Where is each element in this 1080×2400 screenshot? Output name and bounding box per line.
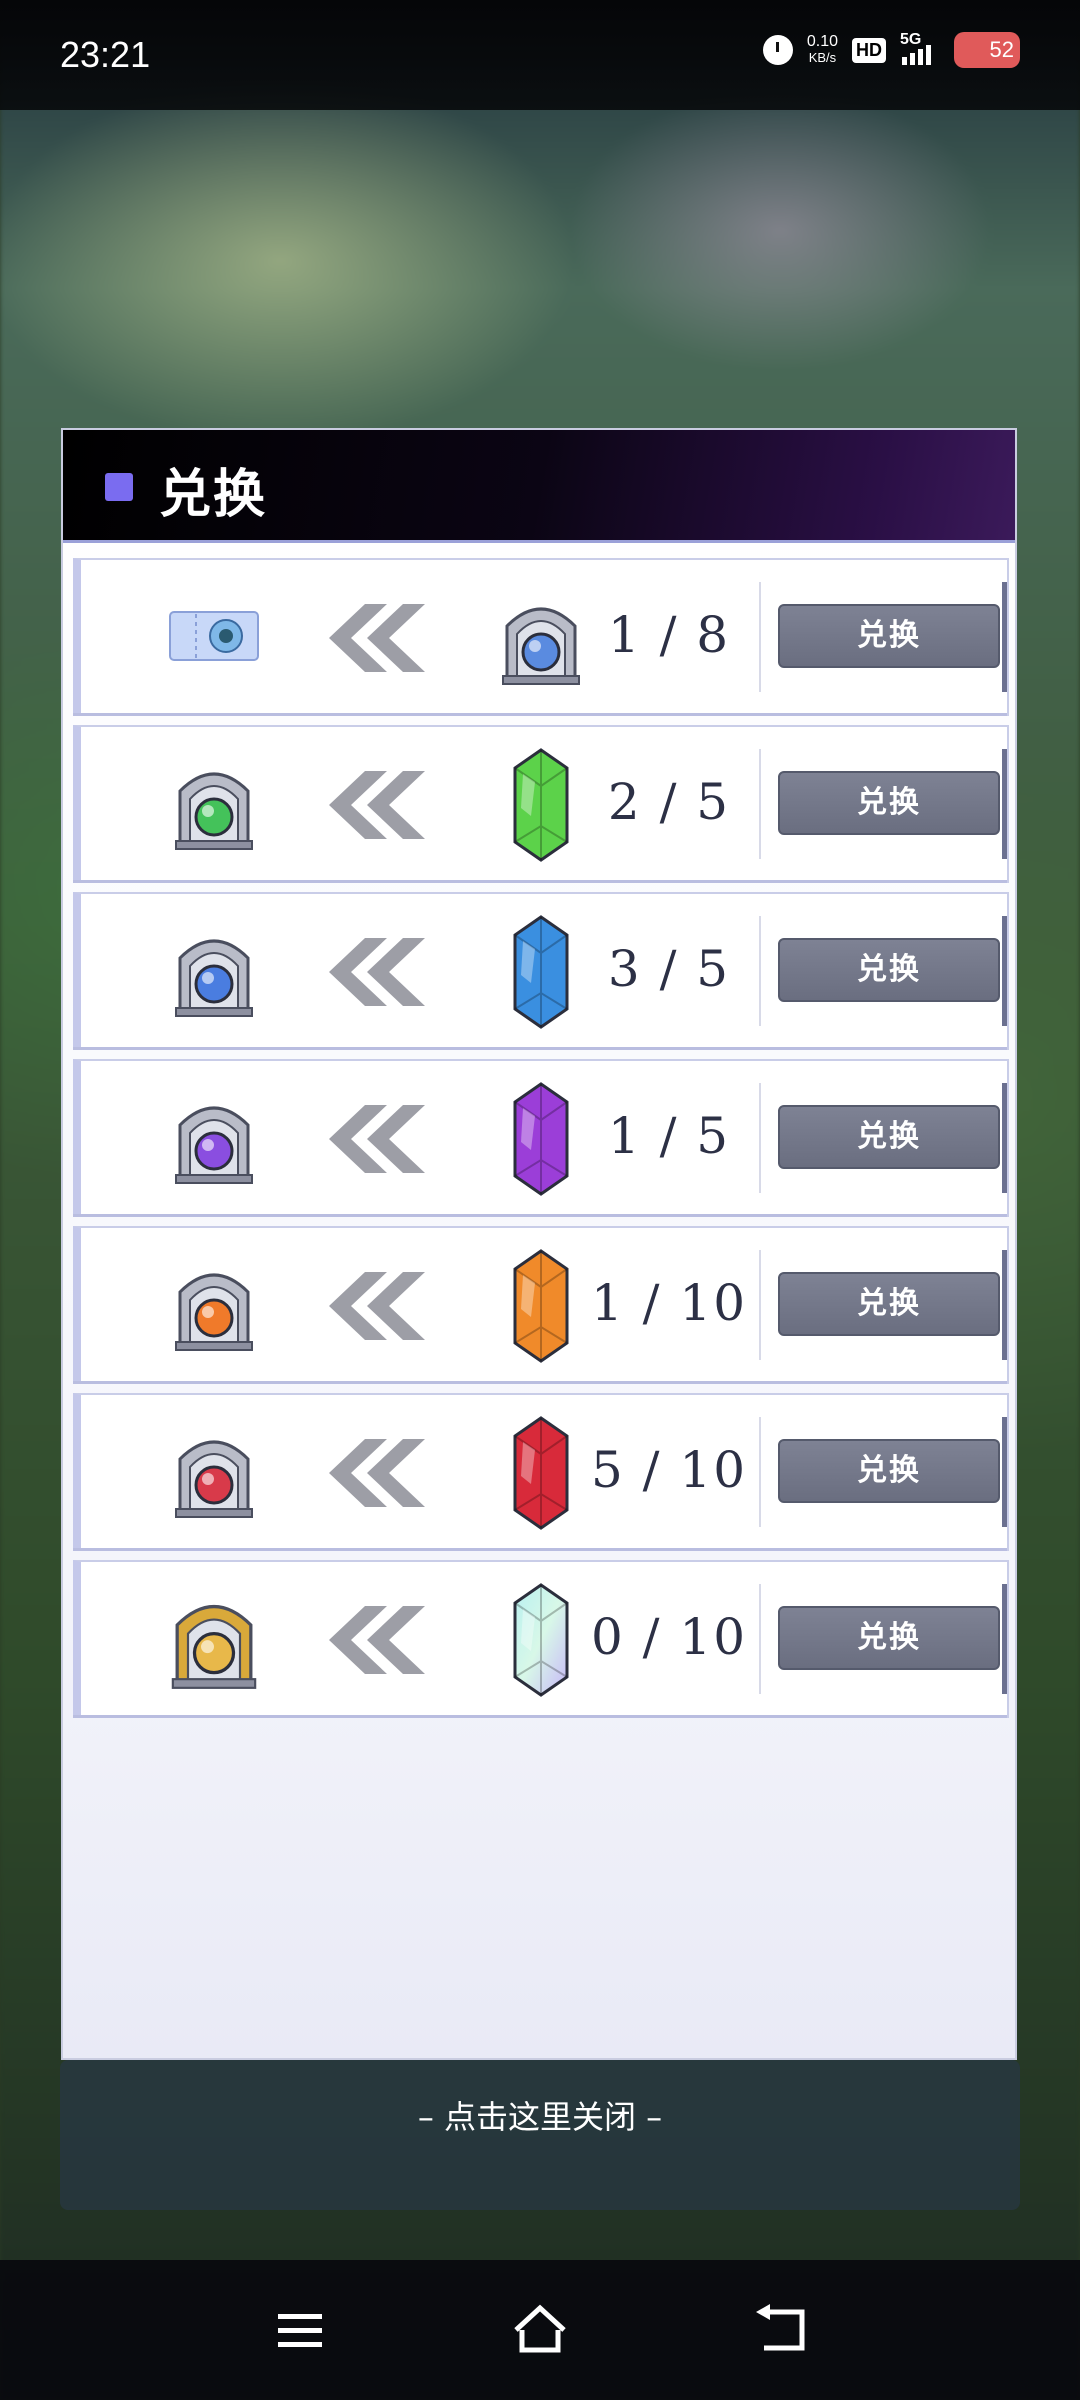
green-crystal-icon <box>493 743 589 867</box>
row-edge <box>1002 582 1007 692</box>
double-chevron-left-icon <box>329 1272 425 1340</box>
exchange-count: 1 / 5 <box>607 1107 731 1165</box>
exchange-list: 1 / 8 兑换 2 / 5 兑换 3 / 5 兑换 1 / 5 兑换 1 / … <box>73 558 1009 1727</box>
exchange-button[interactable]: 兑换 <box>778 1606 1000 1670</box>
row-edge <box>1002 1584 1007 1694</box>
exchange-count: 5 / 10 <box>590 1441 748 1499</box>
close-dialog-hint[interactable]: – 点击这里关闭 – <box>0 2092 1080 2138</box>
divider <box>759 1417 761 1527</box>
exchange-row: 0 / 10 兑换 <box>73 1560 1009 1718</box>
exchange-row: 3 / 5 兑换 <box>73 892 1009 1050</box>
golden-gate-icon <box>159 1582 269 1694</box>
purple-gate-icon <box>159 1081 269 1193</box>
dialog-title: 兑换 <box>159 464 268 525</box>
row-edge <box>1002 1250 1007 1360</box>
menu-icon[interactable] <box>270 2300 330 2360</box>
battery-icon: 52 <box>954 32 1020 68</box>
divider <box>759 749 761 859</box>
ticket-icon <box>159 580 269 692</box>
divider <box>759 582 761 692</box>
blue-gate-icon <box>159 914 269 1026</box>
row-edge <box>1002 1083 1007 1193</box>
exchange-button[interactable]: 兑换 <box>778 1105 1000 1169</box>
purple-crystal-icon <box>493 1077 589 1201</box>
exchange-row: 1 / 10 兑换 <box>73 1226 1009 1384</box>
double-chevron-left-icon <box>329 1105 425 1173</box>
orange-gate-icon <box>159 1248 269 1360</box>
exchange-count: 0 / 10 <box>590 1608 748 1666</box>
divider <box>759 1250 761 1360</box>
exchange-count: 1 / 10 <box>590 1274 748 1332</box>
net-speed-value: 0.10 <box>806 33 838 50</box>
hd-icon: HD <box>852 37 886 63</box>
row-edge <box>1002 749 1007 859</box>
dialog-header: 兑换 <box>63 430 1015 543</box>
double-chevron-left-icon <box>329 604 425 672</box>
exchange-count: 2 / 5 <box>607 773 731 831</box>
exchange-button[interactable]: 兑换 <box>778 604 1000 668</box>
blue-crystal-icon <box>493 910 589 1034</box>
back-icon[interactable] <box>750 2300 810 2360</box>
exchange-row: 5 / 10 兑换 <box>73 1393 1009 1551</box>
divider <box>759 1584 761 1694</box>
exchange-count: 1 / 8 <box>607 606 731 664</box>
net-speed: 0.10 KB/s <box>807 34 838 66</box>
row-edge <box>1002 1417 1007 1527</box>
exchange-row: 1 / 8 兑换 <box>73 558 1009 716</box>
exchange-button[interactable]: 兑换 <box>778 938 1000 1002</box>
red-gate-icon <box>159 1415 269 1527</box>
battery-level: 52 <box>989 37 1014 62</box>
signal-icon: 5G <box>900 31 940 65</box>
network-type: 5G <box>900 31 922 48</box>
status-time: 23:21 <box>60 34 151 75</box>
home-icon[interactable] <box>510 2300 570 2360</box>
blue-gate-icon <box>493 576 589 700</box>
orange-crystal-icon <box>493 1244 589 1368</box>
exchange-button[interactable]: 兑换 <box>778 771 1000 835</box>
divider <box>759 916 761 1026</box>
exchange-row: 1 / 5 兑换 <box>73 1059 1009 1217</box>
alarm-icon <box>762 35 793 65</box>
row-edge <box>1002 916 1007 1026</box>
double-chevron-left-icon <box>329 1439 425 1507</box>
navigation-bar <box>0 2260 1080 2400</box>
exchange-button[interactable]: 兑换 <box>778 1272 1000 1336</box>
green-gate-icon <box>159 747 269 859</box>
exchange-count: 3 / 5 <box>607 940 731 998</box>
net-speed-unit: KB/s <box>808 50 837 65</box>
status-icons: 0.10 KB/s HD 5G 52 <box>762 31 1020 68</box>
double-chevron-left-icon <box>329 1606 425 1674</box>
status-bar: 23:21 0.10 KB/s HD 5G 52 <box>0 0 1080 110</box>
title-marker-icon <box>105 473 133 501</box>
double-chevron-left-icon <box>329 938 425 1006</box>
double-chevron-left-icon <box>329 771 425 839</box>
exchange-row: 2 / 5 兑换 <box>73 725 1009 883</box>
exchange-dialog: 兑换 1 / 8 兑换 2 / 5 兑换 3 / 5 兑换 1 / 5 兑换 1… <box>61 428 1017 2060</box>
red-crystal-icon <box>493 1411 589 1535</box>
divider <box>759 1083 761 1193</box>
rainbow-crystal-icon <box>493 1578 589 1702</box>
exchange-button[interactable]: 兑换 <box>778 1439 1000 1503</box>
